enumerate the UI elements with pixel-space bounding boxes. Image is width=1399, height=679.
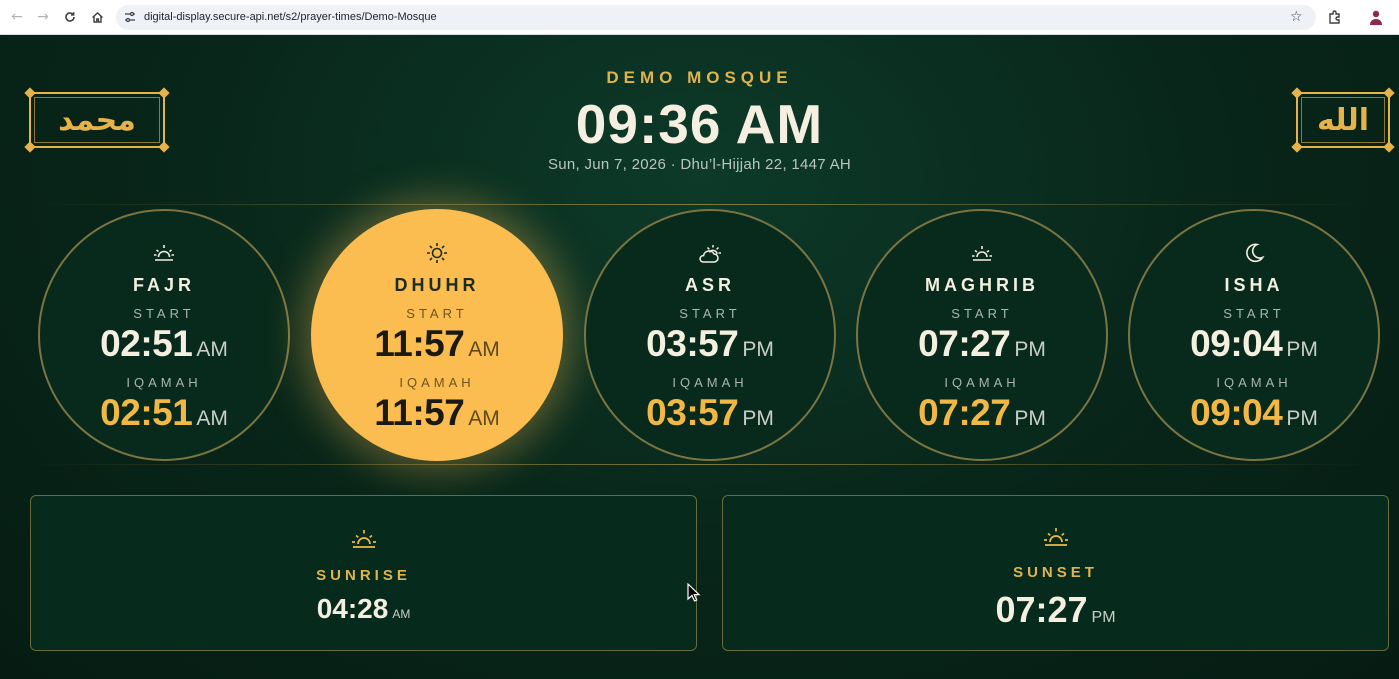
iqamah-label: IQAMAH [126, 375, 202, 390]
profile-avatar[interactable] [1368, 9, 1384, 25]
sunset-icon [858, 241, 1106, 265]
sunrise-time: 04:28 AM [316, 593, 411, 624]
bottom-divider [30, 464, 1370, 465]
home-icon[interactable] [89, 9, 105, 25]
prayer-display: محمد الله DEMO MOSQUE 09:36 AM Sun, Jun … [0, 35, 1399, 679]
sunset-panel: SUNSET 07:27 PM [722, 495, 1389, 651]
moon-icon [1130, 241, 1378, 265]
prayer-card-fajr: FAJR START 02:51 AM IQAMAH 02:51 AM [38, 209, 290, 461]
start-label: START [133, 306, 195, 321]
start-label: START [406, 306, 468, 321]
sunrise-panel: SUNRISE 04:28 AM [30, 495, 697, 651]
prayer-name: ASR [684, 275, 735, 295]
bookmark-star-icon[interactable]: ☆ [1290, 9, 1303, 25]
start-time: 02:51 AM [100, 323, 228, 364]
address-bar[interactable]: digital-display.secure-api.net/s2/prayer… [116, 5, 1316, 30]
iqamah-time: 11:57 AM [374, 392, 500, 433]
mosque-name: DEMO MOSQUE [606, 68, 793, 87]
prayer-card-dhuhr: DHUHR START 11:57 AM IQAMAH 11:57 AM [311, 209, 563, 461]
prayer-name: FAJR [132, 275, 195, 295]
start-label: START [679, 306, 741, 321]
prayer-name: MAGHRIB [925, 275, 1039, 295]
start-label: START [951, 306, 1013, 321]
browser-toolbar: ← → digital-display.secure-api.net/s2/pr… [0, 0, 1399, 35]
sunset-time: 07:27 PM [995, 589, 1116, 630]
iqamah-label: IQAMAH [399, 375, 475, 390]
sunset-label: SUNSET [1013, 564, 1098, 581]
start-label: START [1223, 306, 1285, 321]
iqamah-time: 07:27 PM [918, 392, 1046, 433]
mouse-cursor-icon [687, 583, 701, 602]
current-time: 09:36 AM [575, 93, 824, 155]
sunset-icon [723, 524, 1388, 550]
prayer-card-maghrib: MAGHRIB START 07:27 PM IQAMAH 07:27 PM [856, 209, 1108, 461]
top-divider [30, 204, 1370, 205]
url-text: digital-display.secure-api.net/s2/prayer… [144, 11, 437, 23]
start-time: 11:57 AM [374, 323, 500, 364]
iqamah-time: 02:51 AM [100, 392, 228, 433]
sunrise-icon [40, 241, 288, 265]
back-arrow-icon[interactable]: ← [9, 9, 25, 25]
sunrise-icon [31, 526, 696, 552]
iqamah-label: IQAMAH [944, 375, 1020, 390]
prayer-name: ISHA [1224, 275, 1284, 295]
extensions-icon[interactable] [1327, 9, 1343, 25]
iqamah-time: 09:04 PM [1190, 392, 1318, 433]
reload-icon[interactable] [62, 9, 78, 25]
site-info-icon[interactable] [124, 11, 136, 23]
prayer-card-isha: ISHA START 09:04 PM IQAMAH 09:04 PM [1128, 209, 1380, 461]
date-line: Sun, Jun 7, 2026 · Dhu’l-Hijjah 22, 1447… [547, 156, 852, 173]
sun-icon [313, 241, 561, 265]
start-time: 09:04 PM [1190, 323, 1318, 364]
sunrise-label: SUNRISE [316, 567, 411, 584]
prayer-name: DHUHR [394, 275, 480, 295]
partly-cloudy-icon [586, 241, 834, 265]
start-time: 07:27 PM [918, 323, 1046, 364]
iqamah-label: IQAMAH [672, 375, 748, 390]
start-time: 03:57 PM [646, 323, 774, 364]
forward-arrow-icon[interactable]: → [35, 9, 51, 25]
prayer-card-asr: ASR START 03:57 PM IQAMAH 03:57 PM [584, 209, 836, 461]
iqamah-time: 03:57 PM [646, 392, 774, 433]
iqamah-label: IQAMAH [1216, 375, 1292, 390]
